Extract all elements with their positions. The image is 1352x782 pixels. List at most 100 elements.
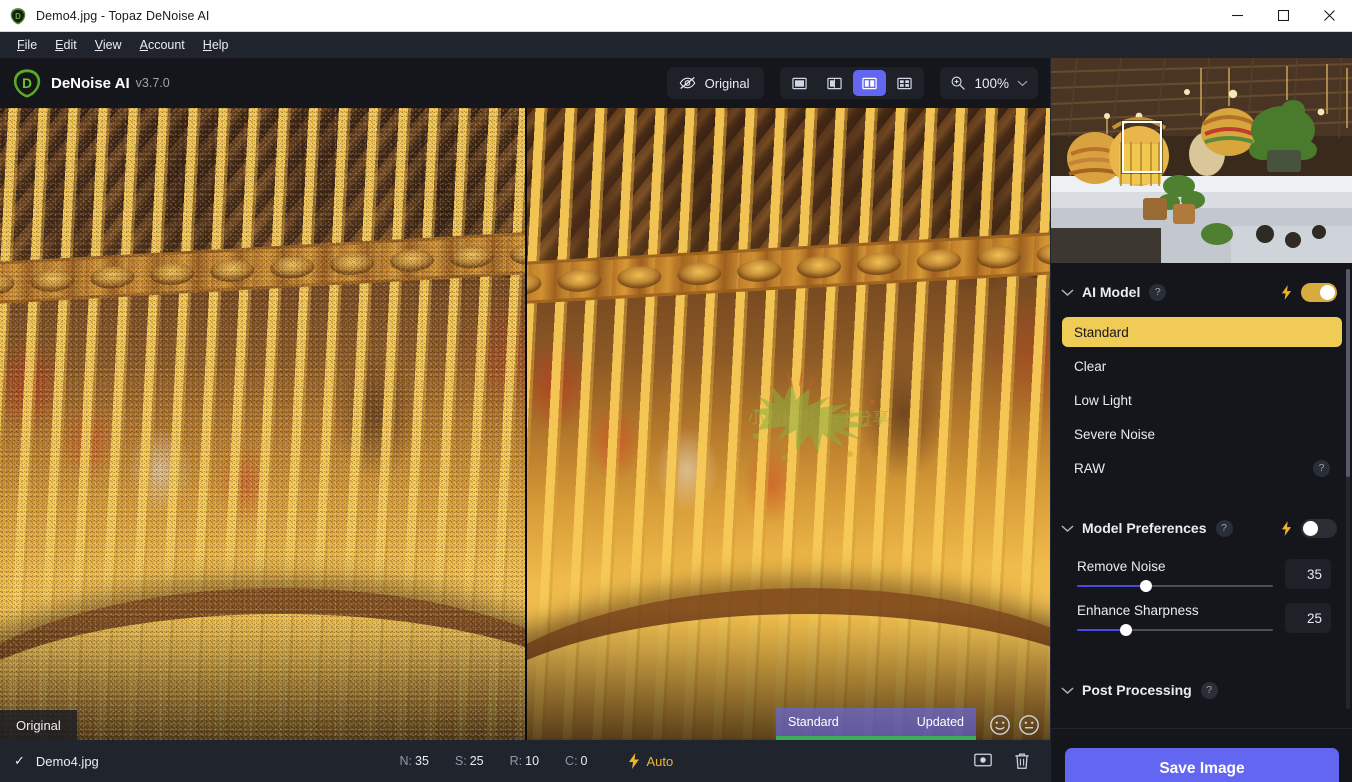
stat-value: 35 — [415, 754, 429, 768]
model-option-label: RAW — [1074, 461, 1105, 476]
view-mode-side-by-side-button[interactable] — [853, 70, 886, 96]
menu-bar: File Edit View Account Help — [0, 32, 1352, 58]
processed-image-pane[interactable]: 小刀摄影 乐于分享 Standard Updated — [527, 108, 1050, 740]
menu-item-view[interactable]: View — [86, 35, 131, 55]
model-option-raw[interactable]: RAW ? — [1062, 453, 1342, 483]
slider-remove-noise: Remove Noise 35 — [1077, 559, 1331, 589]
trash-icon[interactable] — [1014, 752, 1030, 770]
status-stat-noise: N:35 — [400, 754, 429, 768]
status-stat-color: C:0 — [565, 754, 587, 768]
chevron-down-icon[interactable] — [1061, 686, 1074, 695]
panel-scrollbar-thumb[interactable] — [1346, 269, 1350, 477]
ai-model-help-icon[interactable]: ? — [1149, 284, 1166, 301]
model-option-clear[interactable]: Clear — [1062, 351, 1342, 381]
raw-help-icon[interactable]: ? — [1313, 460, 1330, 477]
slider-label: Remove Noise — [1077, 559, 1285, 574]
maximize-button[interactable] — [1260, 0, 1306, 32]
chevron-down-icon[interactable] — [1061, 524, 1074, 533]
model-preferences-section-header[interactable]: Model Preferences ? — [1051, 511, 1352, 545]
slider-track[interactable] — [1077, 629, 1273, 631]
view-mode-quad-button[interactable] — [888, 70, 921, 96]
brand: D DeNoise AI v3.7.0 — [12, 68, 170, 98]
menu-item-edit[interactable]: Edit — [46, 35, 86, 55]
pane-divider[interactable] — [525, 108, 527, 740]
model-preferences-help-icon[interactable]: ? — [1216, 520, 1233, 537]
stat-value: 25 — [470, 754, 484, 768]
window-title: Demo4.jpg - Topaz DeNoise AI — [36, 9, 210, 23]
menu-item-help[interactable]: Help — [194, 35, 238, 55]
slider-value-input[interactable]: 25 — [1285, 603, 1331, 633]
lightning-bolt-icon — [1281, 285, 1292, 300]
post-processing-help-icon[interactable]: ? — [1201, 682, 1218, 699]
brand-name: DeNoise AI — [51, 75, 130, 92]
model-option-label: Severe Noise — [1074, 427, 1155, 442]
model-preferences-title: Model Preferences — [1082, 520, 1207, 536]
menu-edit-rest: dit — [64, 38, 77, 52]
status-file-entry[interactable]: ✓ Demo4.jpg — [14, 753, 99, 769]
right-panel: AI Model ? Standard Clear Low Light — [1050, 58, 1352, 782]
brand-version: v3.7.0 — [136, 76, 170, 90]
image-viewer[interactable]: Original — [0, 108, 1050, 740]
model-option-low-light[interactable]: Low Light — [1062, 385, 1342, 415]
grid-four-icon — [897, 76, 912, 91]
view-mode-split-button[interactable] — [818, 70, 851, 96]
split-vertical-icon — [827, 76, 842, 91]
feedback-happy-icon[interactable] — [989, 714, 1011, 736]
model-preferences-auto-toggle[interactable] — [1301, 519, 1337, 538]
menu-item-account[interactable]: Account — [131, 35, 194, 55]
chevron-down-icon[interactable] — [1061, 288, 1074, 297]
view-mode-group — [780, 67, 924, 99]
view-mode-single-button[interactable] — [783, 70, 816, 96]
menu-help-accel: H — [203, 38, 212, 52]
slider-enhance-sharpness: Enhance Sharpness 25 — [1077, 603, 1331, 633]
compare-image-icon[interactable] — [974, 752, 992, 768]
ai-model-auto-toggle[interactable] — [1301, 283, 1337, 302]
status-action-icons — [974, 752, 1030, 770]
save-image-button[interactable]: Save Image — [1065, 748, 1339, 782]
stat-value: 10 — [525, 754, 539, 768]
slider-label: Enhance Sharpness — [1077, 603, 1285, 618]
stat-key: S: — [455, 754, 467, 768]
processing-model-label: Standard — [788, 715, 839, 729]
menu-edit-accel: E — [55, 38, 63, 52]
original-image-pane[interactable]: Original — [0, 108, 525, 740]
close-button[interactable] — [1306, 0, 1352, 32]
two-panel-icon — [862, 76, 877, 91]
post-processing-section-header[interactable]: Post Processing ? — [1051, 673, 1352, 707]
ai-model-title: AI Model — [1082, 284, 1140, 300]
auto-mode-button[interactable]: Auto — [628, 753, 674, 769]
model-option-standard[interactable]: Standard — [1062, 317, 1342, 347]
controls-scroll-area[interactable]: AI Model ? Standard Clear Low Light — [1051, 263, 1352, 728]
navigator-viewport-rect[interactable] — [1122, 121, 1162, 173]
app-toolbar: D DeNoise AI v3.7.0 Original — [0, 58, 1050, 108]
chevron-down-icon — [1017, 79, 1028, 87]
ai-model-options: Standard Clear Low Light Severe Noise RA… — [1051, 309, 1352, 483]
eye-slash-icon — [679, 76, 696, 90]
window-controls — [1214, 0, 1352, 32]
lightning-bolt-icon — [628, 753, 640, 769]
original-toggle-button[interactable]: Original — [667, 67, 765, 99]
feedback-neutral-icon[interactable] — [1018, 714, 1040, 736]
ai-model-section-header[interactable]: AI Model ? — [1051, 275, 1352, 309]
status-stat-recover: R:10 — [510, 754, 539, 768]
original-image — [0, 108, 525, 740]
model-option-label: Standard — [1074, 325, 1129, 340]
zoom-control[interactable]: 100% — [940, 67, 1038, 99]
original-badge: Original — [0, 710, 77, 740]
menu-view-accel: V — [95, 38, 103, 52]
minimize-button[interactable] — [1214, 0, 1260, 32]
denoise-logo-icon: D — [12, 68, 42, 98]
original-label: Original — [705, 76, 750, 91]
menu-item-file[interactable]: File — [8, 35, 46, 55]
application-window: D Demo4.jpg - Topaz DeNoise AI File Edit… — [0, 0, 1352, 782]
processed-image — [527, 108, 1050, 740]
processing-status-overlay: Standard Updated — [776, 708, 976, 740]
model-option-severe-noise[interactable]: Severe Noise — [1062, 419, 1342, 449]
stat-key: R: — [510, 754, 523, 768]
slider-value-input[interactable]: 35 — [1285, 559, 1331, 589]
model-preference-sliders: Remove Noise 35 Enhance Sharpness — [1051, 559, 1352, 633]
navigator-preview[interactable] — [1051, 58, 1352, 263]
magnifier-plus-icon — [950, 75, 966, 91]
slider-track[interactable] — [1077, 585, 1273, 587]
status-filename: Demo4.jpg — [36, 754, 99, 769]
